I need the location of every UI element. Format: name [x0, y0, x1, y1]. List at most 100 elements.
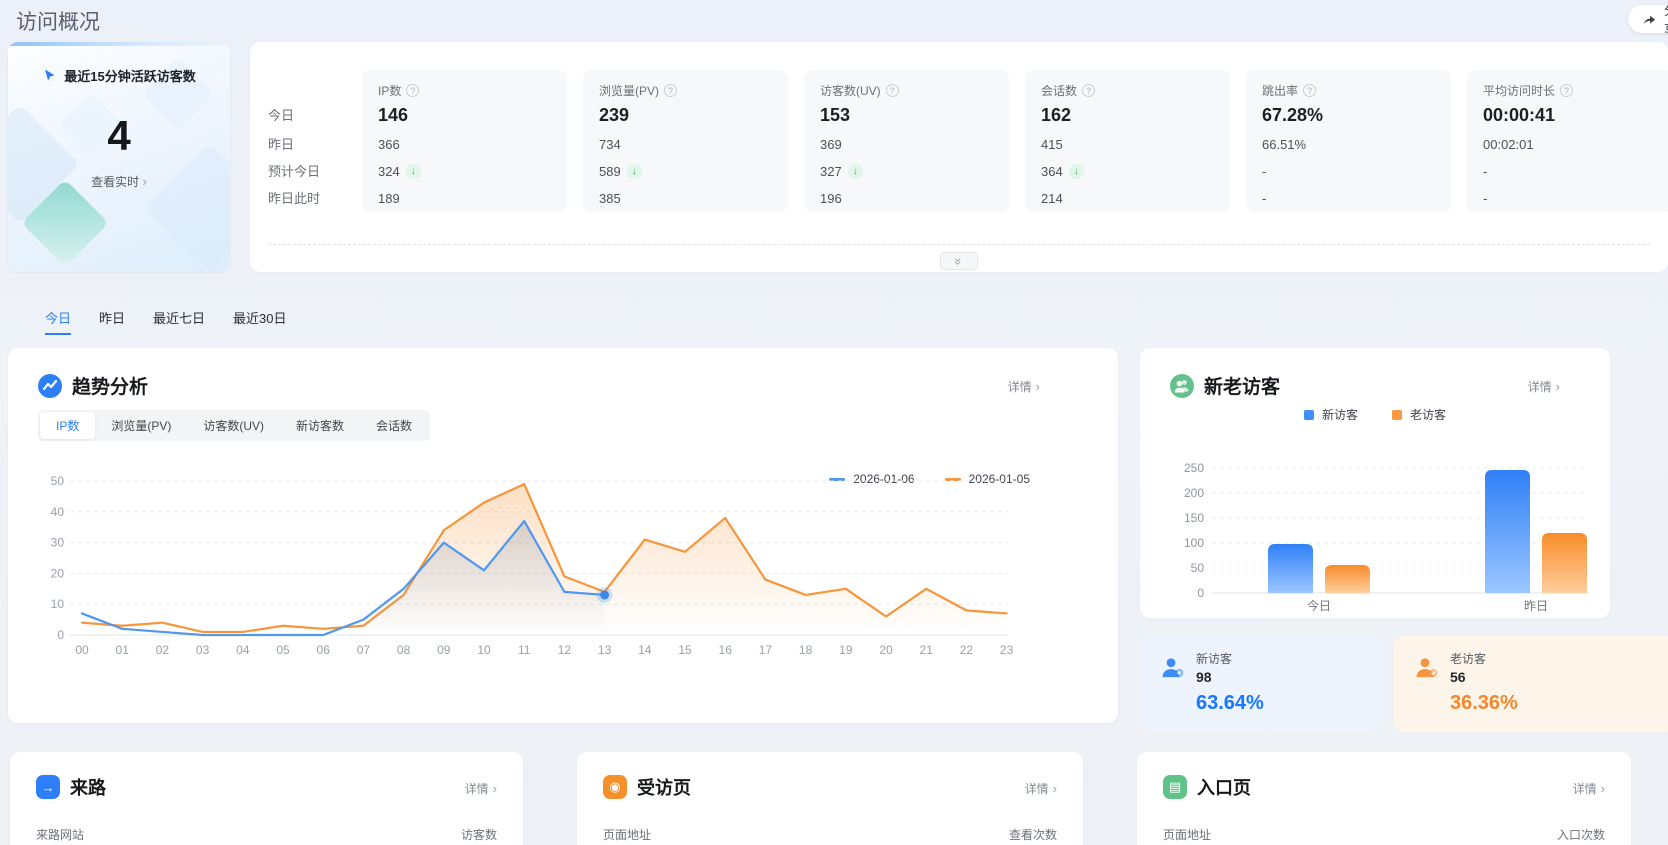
- metric-value: 153: [820, 100, 993, 131]
- report-card-0: →来路详情›来路网站访客数: [10, 752, 523, 845]
- trend-tab-0[interactable]: IP数: [40, 412, 95, 439]
- legend-square-icon: [1392, 410, 1402, 420]
- svg-text:06: 06: [317, 643, 331, 657]
- visitor-stat-card-1[interactable]: 老访客 56 36.36%: [1394, 636, 1668, 732]
- metric-column-3: 会话数?162415364↓214: [1025, 70, 1230, 212]
- help-icon[interactable]: ?: [664, 84, 677, 97]
- report-detail-link[interactable]: 详情›: [465, 780, 497, 797]
- trend-tab-2[interactable]: 访客数(UV): [187, 412, 280, 439]
- realtime-icon: [42, 68, 57, 83]
- trend-down-icon: ↓: [406, 164, 421, 179]
- visitor-stat-label: 老访客: [1450, 650, 1486, 667]
- realtime-visitors-card[interactable]: 最近15分钟活跃访客数 4 查看实时 ›: [8, 42, 230, 272]
- metric-value: 00:00:41: [1483, 100, 1656, 131]
- trend-line-chart: 0102030405000010203040506070809101112131…: [28, 458, 1033, 673]
- svg-text:150: 150: [1184, 511, 1204, 525]
- report-card-title: 受访页: [637, 774, 691, 800]
- metric-value: 67.28%: [1262, 100, 1435, 131]
- metric-value: 214: [1041, 185, 1214, 212]
- metric-label: 平均访问时长: [1483, 82, 1555, 99]
- svg-text:19: 19: [839, 643, 853, 657]
- svg-text:100: 100: [1184, 536, 1204, 550]
- old-visitor-icon: [1414, 655, 1440, 681]
- metric-column-2: 访客数(UV)?153369327↓196: [804, 70, 1009, 212]
- svg-text:00: 00: [75, 643, 89, 657]
- visitors-detail-link[interactable]: 详情›: [1528, 378, 1560, 395]
- new-old-visitors-card: 新老访客 详情› 新访客老访客 050100150200250今日昨日: [1140, 348, 1610, 618]
- visitors-bar-chart: 050100150200250今日昨日: [1150, 440, 1595, 615]
- help-icon[interactable]: ?: [1082, 84, 1095, 97]
- metric-value: 589↓: [599, 158, 772, 185]
- period-tabs: 今日 昨日 最近七日 最近30日: [45, 308, 287, 335]
- metric-column-5: 平均访问时长?00:00:4100:02:01--: [1467, 70, 1668, 212]
- svg-text:30: 30: [51, 536, 65, 550]
- overview-row-label: 昨日此时: [268, 185, 348, 212]
- realtime-title: 最近15分钟活跃访客数: [64, 66, 195, 85]
- period-tab-0[interactable]: 今日: [45, 308, 71, 335]
- report-col-header: 来路网站: [36, 826, 84, 843]
- help-icon[interactable]: ?: [1560, 84, 1573, 97]
- svg-text:今日: 今日: [1307, 598, 1331, 613]
- legend-item[interactable]: 新访客: [1304, 406, 1358, 423]
- visitor-stat-percent: 36.36%: [1450, 692, 1668, 715]
- trend-tab-4[interactable]: 会话数: [360, 412, 428, 439]
- svg-text:21: 21: [920, 643, 934, 657]
- legend-item[interactable]: 老访客: [1392, 406, 1446, 423]
- report-col-header: 页面地址: [1163, 826, 1211, 843]
- metric-column-4: 跳出率?67.28%66.51%--: [1246, 70, 1451, 212]
- svg-text:10: 10: [51, 597, 65, 611]
- metric-column-0: IP数?146366324↓189: [362, 70, 567, 212]
- metric-label: 浏览量(PV): [599, 82, 659, 99]
- visitor-stat-value: 56: [1450, 669, 1486, 685]
- report-detail-link[interactable]: 详情›: [1025, 780, 1057, 797]
- metric-label: 跳出率: [1262, 82, 1298, 99]
- svg-text:0: 0: [1197, 586, 1204, 600]
- collapse-button[interactable]: »: [940, 252, 978, 270]
- metric-value: -: [1262, 185, 1435, 212]
- metric-value: 189: [378, 185, 551, 212]
- metric-value: 196: [820, 185, 993, 212]
- trend-tab-3[interactable]: 新访客数: [280, 412, 360, 439]
- share-button[interactable]: 分享: [1628, 5, 1668, 33]
- new-visitor-icon: [1160, 655, 1186, 681]
- visitor-stat-card-0[interactable]: 新访客9863.64%: [1140, 636, 1381, 732]
- period-tab-2[interactable]: 最近七日: [153, 308, 205, 335]
- help-icon[interactable]: ?: [886, 84, 899, 97]
- svg-text:20: 20: [51, 566, 65, 580]
- period-tab-3[interactable]: 最近30日: [233, 308, 286, 335]
- metric-value: 162: [1041, 100, 1214, 131]
- trend-tab-1[interactable]: 浏览量(PV): [95, 412, 187, 439]
- legend-label: 新访客: [1322, 406, 1358, 423]
- visitor-stat-value: 98: [1196, 669, 1232, 685]
- trend-analysis-card: 趋势分析 详情› IP数浏览量(PV)访客数(UV)新访客数会话数 2026-0…: [8, 348, 1118, 723]
- svg-text:16: 16: [719, 643, 733, 657]
- metric-value: 00:02:01: [1483, 131, 1656, 158]
- chevron-right-icon: ›: [1601, 781, 1605, 796]
- period-tab-1[interactable]: 昨日: [99, 308, 125, 335]
- help-icon[interactable]: ?: [1303, 84, 1316, 97]
- svg-text:03: 03: [196, 643, 210, 657]
- chevron-right-icon: ›: [1053, 781, 1057, 796]
- realtime-link[interactable]: 查看实时 ›: [8, 173, 230, 190]
- entry-page-icon: ▤: [1163, 775, 1187, 799]
- metric-value: -: [1262, 158, 1435, 185]
- metric-label: 访客数(UV): [820, 82, 881, 99]
- trend-down-icon: ↓: [1069, 164, 1084, 179]
- overview-row-label: 今日: [268, 100, 348, 131]
- help-icon[interactable]: ?: [406, 84, 419, 97]
- trend-detail-link[interactable]: 详情›: [1008, 378, 1040, 395]
- report-detail-link[interactable]: 详情›: [1573, 780, 1605, 797]
- svg-text:200: 200: [1184, 486, 1204, 500]
- overview-columns: IP数?146366324↓189浏览量(PV)?239734589↓385访客…: [362, 70, 1668, 212]
- divider: [268, 244, 1650, 245]
- dashboard-root: 访问概况 分享 最近15分钟活跃访客数 4 查看实时 › 今日昨日预计今日昨日此…: [0, 0, 1668, 845]
- metric-value: 324↓: [378, 158, 551, 185]
- svg-text:09: 09: [437, 643, 451, 657]
- report-col-header: 入口次数: [1557, 826, 1605, 843]
- svg-text:11: 11: [518, 643, 531, 657]
- svg-text:01: 01: [116, 643, 130, 657]
- svg-text:23: 23: [1000, 643, 1014, 657]
- metric-value: -: [1483, 185, 1656, 212]
- svg-text:20: 20: [879, 643, 893, 657]
- overview-row-label: 预计今日: [268, 158, 348, 185]
